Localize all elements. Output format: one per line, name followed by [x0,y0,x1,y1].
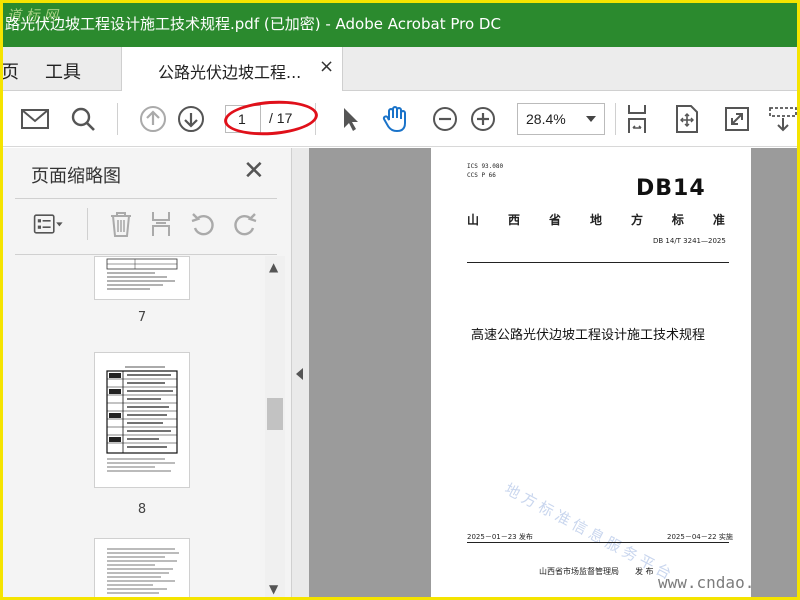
window-title: 路光伏边坡工程设计施工技术规程.pdf (已加密) - Adobe Acroba… [5,15,501,33]
heading-char: 西 [507,213,520,227]
search-icon[interactable] [67,103,99,135]
more-tools-icon[interactable] [767,103,797,135]
thumbnail-page[interactable] [94,352,190,488]
page-total: / 17 [269,110,293,126]
zoom-value: 28.4% [526,111,566,127]
app-window: 道 标 网 路光伏边坡工程设计施工技术规程.pdf (已加密) - Adobe … [0,0,800,600]
heading-char: 省 [548,213,561,227]
page-number-input[interactable]: 1 [225,105,261,133]
site-watermark: www.cndao. [658,573,755,592]
tab-close-button[interactable]: × [319,56,334,77]
thumbnail-options-icon[interactable] [33,208,65,240]
heading-char: 地 [589,213,602,227]
full-screen-icon[interactable] [721,103,753,135]
tab-strip: 页 工具 公路光伏边坡工程... × [3,47,797,91]
title-bar: 道 标 网 路光伏边坡工程设计施工技术规程.pdf (已加密) - Adobe … [3,3,797,47]
thumbnail-label: 8 [137,502,147,517]
email-icon[interactable] [19,103,51,135]
chevron-down-icon [586,116,596,122]
rotate-right-icon[interactable] [229,208,261,240]
panel-title: 页面缩略图 [31,166,121,187]
close-panel-button[interactable]: ✕ [243,156,265,186]
standard-type-heading: 山 西 省 地 方 标 准 [467,211,725,228]
collapse-panel-icon[interactable] [296,368,303,380]
select-cursor-icon[interactable] [333,103,365,135]
rotate-left-icon[interactable] [187,208,219,240]
delete-page-icon[interactable] [105,208,137,240]
ccs-code: CCS P 66 [467,172,496,179]
toolbar-divider [315,103,316,135]
issuer: 山西省市场监督管理局 发 布 [539,567,654,576]
page-thumbnails-panel: 页面缩略图 ✕ 7 8 ▲ ▼ [3,148,292,597]
heading-char: 方 [630,213,643,227]
db-logo: DB14 [636,176,706,201]
chevron-down-icon[interactable]: ▼ [269,582,278,596]
tab-document[interactable]: 公路光伏边坡工程... × [121,47,343,91]
chevron-up-icon[interactable]: ▲ [269,260,278,274]
thumbnail-list: 7 8 [3,256,265,597]
heading-char: 准 [712,213,725,227]
toolbar-divider [117,103,118,135]
implement-date: 2025－04－22 实施 [667,533,733,541]
panel-toolbar-divider [87,208,88,240]
thumbnail-page[interactable] [94,256,190,300]
heading-char: 标 [671,213,684,227]
toolbar: 1 / 17 28.4% [3,91,797,147]
header-rule [467,262,729,263]
document-title: 高速公路光伏边坡工程设计施工技术规程 [471,328,706,343]
scrollbar-thumb[interactable] [267,398,283,430]
thumbnail-page[interactable] [94,538,190,597]
panel-divider [15,254,277,255]
heading-char: 山 [467,213,480,227]
footer-rule [467,542,729,543]
tab-tools[interactable]: 工具 [45,58,81,84]
publish-date: 2025－01－23 发布 [467,533,533,541]
panel-divider [15,198,277,199]
thumbnail-scrollbar[interactable]: ▲ ▼ [265,256,285,597]
fit-page-icon[interactable] [671,103,703,135]
document-page: ICS 93.080 CCS P 66 DB14 山 西 省 地 方 标 准 D… [431,148,751,597]
page-layout-icon[interactable] [145,208,177,240]
ics-code: ICS 93.080 [467,163,504,170]
toolbar-divider [615,103,616,135]
next-page-icon[interactable] [175,103,207,135]
zoom-dropdown[interactable]: 28.4% [517,103,605,135]
panel-splitter[interactable] [292,148,309,597]
tab-document-label: 公路光伏边坡工程... [158,63,302,82]
zoom-in-icon[interactable] [467,103,499,135]
thumbnail-label: 7 [137,310,147,325]
previous-page-icon[interactable] [137,103,169,135]
standard-number: DB 14/T 3241—2025 [653,237,726,245]
scroll-mode-icon[interactable] [621,103,653,135]
zoom-out-icon[interactable] [429,103,461,135]
hand-tool-icon[interactable] [379,103,411,135]
tab-home[interactable]: 页 [3,58,19,84]
document-viewport[interactable]: ICS 93.080 CCS P 66 DB14 山 西 省 地 方 标 准 D… [309,148,797,597]
